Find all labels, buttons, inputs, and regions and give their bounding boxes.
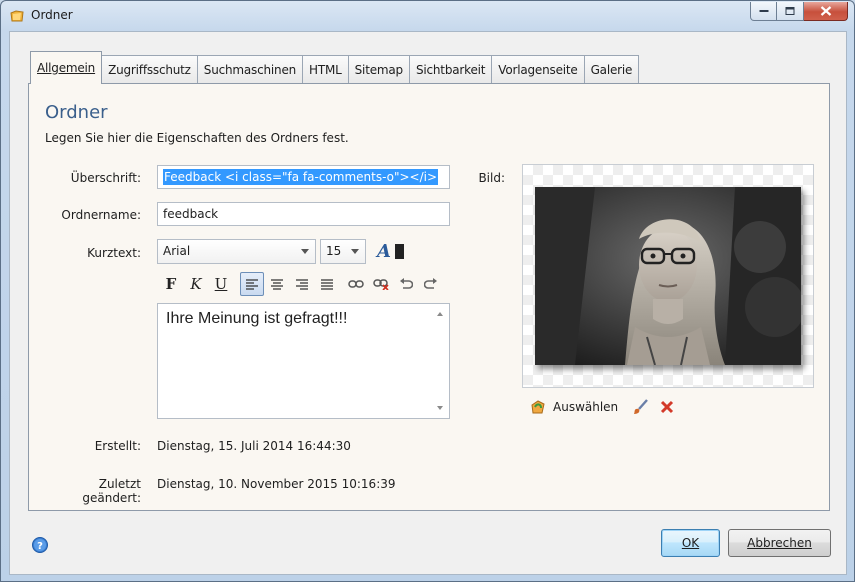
heading-input[interactable]: Feedback <i class="fa fa-comments-o"></i… — [157, 165, 450, 189]
foldername-input[interactable]: feedback — [157, 202, 450, 226]
editor-scrollbar[interactable] — [432, 304, 449, 418]
edit-image-button[interactable] — [632, 398, 650, 416]
align-justify-icon — [321, 278, 333, 290]
heading-label: Überschrift: — [70, 171, 141, 185]
modified-value: Dienstag, 10. November 2015 10:16:39 — [157, 477, 396, 491]
underline-button[interactable]: U — [209, 272, 233, 296]
panel-heading: Ordner — [45, 102, 108, 123]
font-size-select[interactable]: 15 — [320, 239, 366, 264]
underline-icon: U — [214, 275, 228, 293]
select-image-label[interactable]: Auswählen — [553, 400, 618, 414]
italic-button[interactable]: K — [184, 272, 208, 296]
font-color-swatch — [394, 244, 404, 259]
bold-button[interactable]: F — [159, 272, 183, 296]
font-color-icon: A — [377, 241, 391, 262]
align-right-icon — [296, 278, 308, 290]
maximize-button[interactable] — [777, 2, 804, 21]
align-left-icon — [246, 278, 258, 290]
maximize-icon — [785, 7, 795, 15]
redo-button[interactable] — [419, 272, 443, 296]
cancel-button[interactable]: Abbrechen — [728, 529, 831, 557]
minimize-button[interactable] — [750, 2, 777, 21]
created-label: Erstellt: — [94, 439, 141, 453]
shorttext-editor[interactable]: Ihre Meinung ist gefragt!!! — [157, 303, 450, 419]
align-left-button[interactable] — [240, 272, 264, 296]
align-right-button[interactable] — [290, 272, 314, 296]
ok-button[interactable]: OK — [661, 529, 720, 557]
portrait-photo — [535, 187, 801, 365]
link-button[interactable] — [344, 272, 368, 296]
link-icon — [348, 280, 364, 288]
undo-icon — [400, 278, 413, 289]
svg-text:?: ? — [37, 541, 43, 552]
tab-panel-allgemein: Ordner Legen Sie hier die Eigenschaften … — [28, 83, 830, 511]
unlink-button[interactable] — [369, 272, 393, 296]
tab-strip: Allgemein Zugriffsschutz Suchmaschinen H… — [30, 51, 640, 84]
font-color-button[interactable]: A — [377, 241, 404, 262]
dialog-window: Ordner Allgemein Zugriffsschutz Suchmasc… — [0, 0, 855, 582]
foldername-label: Ordnername: — [61, 208, 141, 222]
tab-galerie[interactable]: Galerie — [583, 55, 640, 84]
image-label: Bild: — [478, 171, 505, 185]
redo-icon — [424, 278, 437, 289]
folder-app-icon — [10, 10, 24, 22]
font-family-value: Arial — [163, 244, 191, 258]
created-value: Dienstag, 15. Juli 2014 16:44:30 — [157, 439, 351, 453]
align-center-icon — [271, 278, 283, 290]
tab-html[interactable]: HTML — [302, 55, 349, 84]
panel-description: Legen Sie hier die Eigenschaften des Ord… — [45, 131, 349, 145]
close-button[interactable] — [804, 2, 848, 21]
undo-button[interactable] — [394, 272, 418, 296]
shorttext-label: Kurztext: — [87, 246, 141, 260]
image-actions: Auswählen — [529, 398, 684, 416]
font-family-select[interactable]: Arial — [157, 239, 316, 264]
align-justify-button[interactable] — [315, 272, 339, 296]
help-icon[interactable]: ? — [32, 537, 48, 553]
align-center-button[interactable] — [265, 272, 289, 296]
paintbrush-icon — [634, 399, 649, 414]
select-image-button[interactable] — [529, 398, 547, 416]
scroll-down-icon[interactable] — [437, 406, 443, 410]
format-toolbar: F K U — [159, 272, 444, 296]
tab-sitemap[interactable]: Sitemap — [347, 55, 410, 84]
close-icon — [820, 6, 831, 16]
shorttext-content: Ihre Meinung ist gefragt!!! — [166, 310, 348, 327]
chevron-down-icon — [301, 249, 309, 254]
tab-vorlagenseite[interactable]: Vorlagenseite — [491, 55, 585, 84]
heading-input-value: Feedback <i class="fa fa-comments-o"></i… — [163, 169, 439, 185]
scroll-up-icon[interactable] — [437, 312, 443, 316]
bold-icon: F — [165, 275, 177, 293]
window-title: Ordner — [31, 8, 73, 22]
remove-image-button[interactable] — [658, 398, 676, 416]
tab-suchmaschinen[interactable]: Suchmaschinen — [196, 55, 304, 84]
unlink-icon — [373, 279, 389, 290]
image-preview-frame — [522, 164, 814, 388]
image-select-icon — [531, 400, 545, 414]
tab-sichtbarkeit[interactable]: Sichtbarkeit — [408, 55, 493, 84]
dialog-client: Allgemein Zugriffsschutz Suchmaschinen H… — [9, 31, 847, 575]
tab-allgemein[interactable]: Allgemein — [30, 51, 103, 84]
minimize-icon — [759, 10, 768, 12]
tab-zugriffsschutz[interactable]: Zugriffsschutz — [101, 55, 198, 84]
font-size-value: 15 — [326, 244, 342, 258]
italic-icon: K — [190, 275, 202, 293]
modified-label: Zuletzt geändert: — [82, 477, 141, 505]
chevron-down-icon — [351, 249, 359, 254]
title-bar[interactable]: Ordner — [1, 1, 854, 31]
delete-icon — [661, 400, 674, 414]
